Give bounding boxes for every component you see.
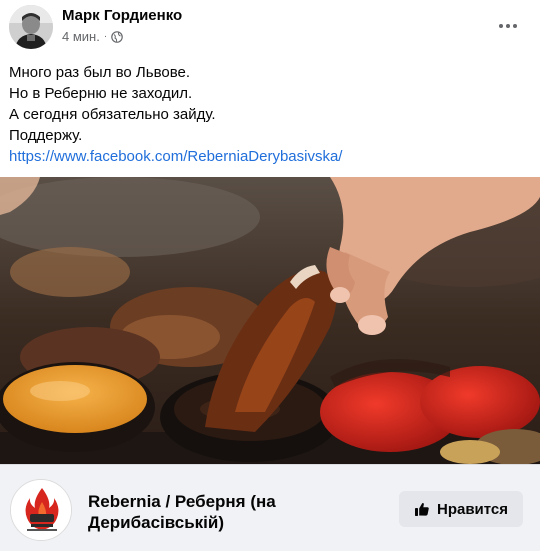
post-text-line: А сегодня обязательно зайду. <box>9 106 216 123</box>
page-name[interactable]: Rebernia / Реберня (на Дерибасівській) <box>88 491 378 533</box>
post-timestamp[interactable]: 4 мин. <box>62 29 100 44</box>
post-text-line: Но в Реберню не заходил. <box>9 85 193 102</box>
post-meta: 4 мин. · <box>62 29 123 44</box>
page-preview[interactable]: Rebernia / Реберня (на Дерибасівській) Н… <box>0 464 540 551</box>
author-avatar[interactable] <box>9 5 53 49</box>
globe-icon[interactable] <box>111 30 123 43</box>
post-text: Много раз был во Львове. Но в Реберню не… <box>9 62 529 167</box>
more-dot <box>506 24 510 28</box>
post-text-line: Много раз был во Львове. <box>9 64 191 81</box>
more-dot <box>499 24 503 28</box>
more-options-icon[interactable] <box>494 14 522 38</box>
author-name[interactable]: Марк Гордиенко <box>62 7 182 24</box>
like-page-button[interactable]: Нравится <box>399 491 523 527</box>
facebook-post: Марк Гордиенко 4 мин. · Много раз был во… <box>0 0 540 551</box>
meta-separator: · <box>103 30 108 42</box>
like-button-label: Нравится <box>436 500 509 518</box>
post-header: Марк Гордиенко 4 мин. · <box>0 0 540 56</box>
post-link[interactable]: https://www.facebook.com/ReberniaDerybas… <box>9 146 529 167</box>
post-photo[interactable] <box>0 177 540 464</box>
post-text-line: Поддержу. <box>9 127 83 144</box>
thumbs-up-icon <box>414 503 429 516</box>
more-dot <box>513 24 517 28</box>
rebernia-logo[interactable] <box>10 479 72 541</box>
